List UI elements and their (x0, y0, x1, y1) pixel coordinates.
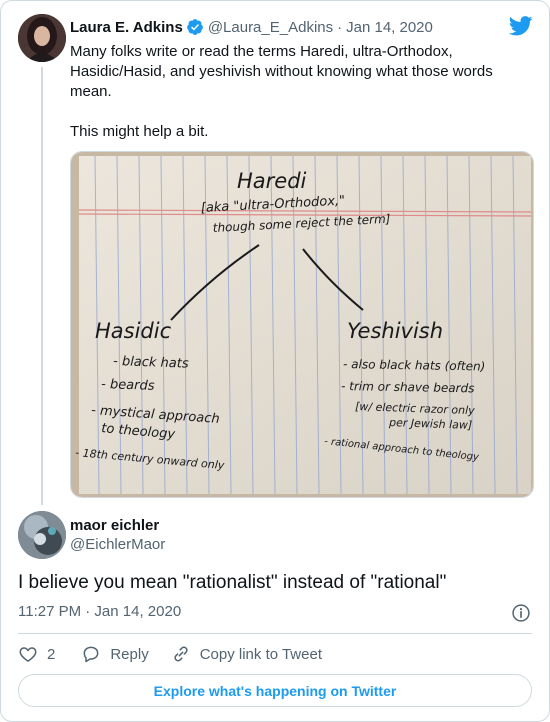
hw-title: Haredi (237, 169, 307, 193)
reply-timestamp[interactable]: 11:27 PM · Jan 14, 2020 (18, 602, 181, 622)
author-name[interactable]: Laura E. Adkins (70, 19, 183, 36)
separator-dot: · (337, 18, 343, 36)
author-handle[interactable]: @Laura_E_Adkins (208, 19, 333, 36)
hw-left-item: - beards (101, 377, 155, 394)
index-card-image: Haredi [aka "ultra-Orthodox," though som… (71, 152, 533, 497)
tweet-embed-card: Laura E. Adkins @Laura_E_Adkins · Jan 14… (0, 0, 550, 722)
speech-bubble-icon (83, 646, 99, 663)
thread-connector-line (41, 67, 43, 505)
info-icon[interactable] (511, 603, 531, 623)
hw-right-item: - also black hats (often) (343, 357, 485, 373)
reply-author-handle[interactable]: @EichlerMaor (70, 535, 165, 555)
hw-left-heading: Hasidic (95, 319, 172, 343)
action-bar: 2 Reply Copy link to Tweet (18, 644, 322, 664)
reply-text: I believe you mean "rationalist" instead… (18, 572, 447, 593)
verified-badge-icon (186, 19, 203, 35)
tweet-text: Many folks write or read the terms Hared… (70, 42, 510, 142)
copy-link-button[interactable]: Copy link to Tweet (171, 644, 322, 664)
tweet-photo[interactable]: Haredi [aka "ultra-Orthodox," though som… (70, 151, 534, 498)
hw-left-item: - black hats (113, 354, 189, 372)
hw-right-heading: Yeshivish (347, 319, 443, 343)
link-icon (174, 646, 188, 662)
reply-button[interactable]: Reply (81, 644, 149, 664)
tweet-header: Laura E. Adkins @Laura_E_Adkins · Jan 14… (70, 17, 433, 37)
hw-right-item: - trim or shave beards (341, 379, 475, 395)
reply-author-avatar[interactable] (18, 511, 66, 559)
avatar-photo (18, 14, 66, 62)
author-avatar[interactable] (18, 14, 66, 62)
avatar-photo (18, 511, 66, 559)
like-button[interactable]: 2 (18, 644, 55, 664)
twitter-bird-icon[interactable] (509, 15, 533, 37)
reply-author-name[interactable]: maor eichler (70, 516, 159, 536)
tweet-paragraph: Many folks write or read the terms Hared… (70, 43, 493, 100)
heart-icon (19, 647, 37, 662)
tweet-paragraph: This might help a bit. (70, 123, 209, 140)
explore-twitter-button[interactable]: Explore what's happening on Twitter (18, 674, 532, 707)
tweet-date[interactable]: Jan 14, 2020 (346, 19, 433, 36)
divider (18, 633, 532, 634)
copy-link-label: Copy link to Tweet (199, 645, 322, 663)
like-count: 2 (47, 645, 56, 663)
reply-label: Reply (110, 645, 149, 663)
